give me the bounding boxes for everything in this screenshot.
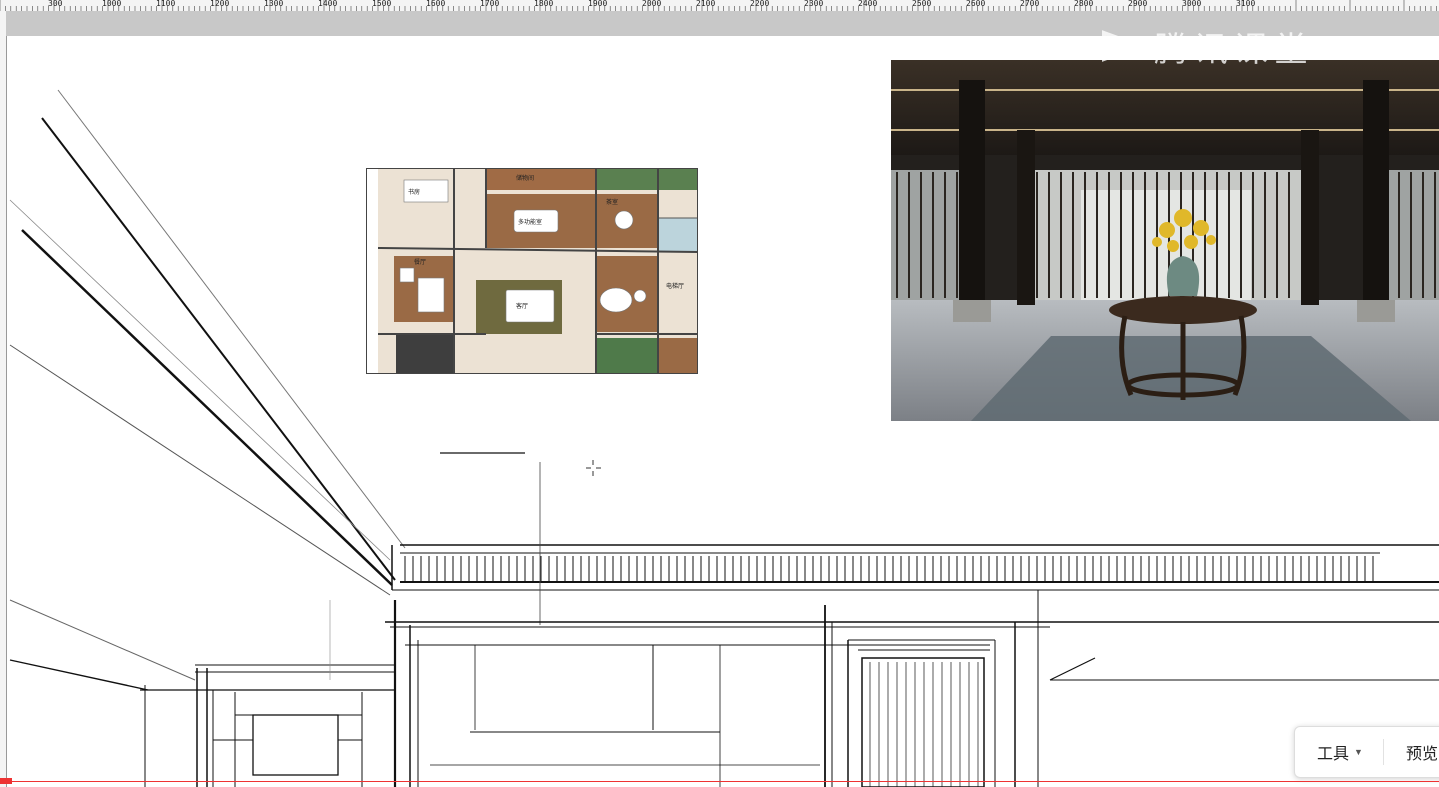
play-triangle-icon [1102,30,1144,62]
floor-plan-image[interactable]: 书房 多功能室 茶室 餐厅 客厅 储物间 电梯厅 [366,168,698,374]
plan-room-label: 多功能室 [518,218,542,226]
caret-down-icon: ▼ [1354,747,1363,757]
plan-room-label: 书房 [408,188,420,196]
red-guide-marker [0,778,12,784]
floating-toolbar: 工具 ▼ 预览 [1294,726,1439,778]
plan-room-label: 茶室 [606,198,618,206]
plan-room-label: 餐厅 [414,258,426,266]
wall-elevation [140,452,1439,787]
tools-label: 工具 [1317,746,1350,763]
perspective-line [21,229,393,586]
interior-reference-photo[interactable] [891,60,1439,421]
cornice-balusters [404,556,1374,581]
plan-room-label: 储物间 [516,174,534,182]
door-lattice [869,662,979,787]
watermark: 腾讯课堂 [1100,26,1439,70]
watermark-text: 腾讯课堂 [1154,29,1314,70]
red-guide-line [0,781,1439,782]
perspective-lines [9,89,406,691]
perspective-line [9,199,391,561]
plan-room-label: 客厅 [516,302,528,310]
preview-button[interactable]: 预览 [1384,740,1438,764]
floor-plan-drawing: 书房 多功能室 茶室 餐厅 客厅 储物间 电梯厅 [366,168,698,374]
interior-photo-render [891,60,1439,421]
perspective-line [9,344,391,596]
perspective-line [9,599,196,681]
cornice-band [391,544,1439,591]
plan-room-label: 电梯厅 [666,282,684,290]
perspective-line [9,659,149,691]
tools-menu-button[interactable]: 工具 ▼ [1295,740,1363,764]
perspective-line [41,117,396,581]
perspective-line [57,89,406,549]
preview-label: 预览 [1405,746,1438,763]
crosshair-cursor-icon [586,460,601,476]
